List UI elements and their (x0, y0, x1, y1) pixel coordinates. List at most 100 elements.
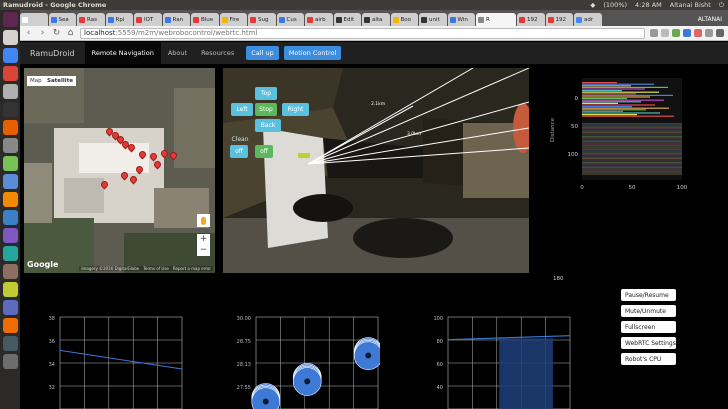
map-terms-link[interactable]: Terms of Use (143, 266, 169, 271)
browser-tab[interactable]: airb (305, 13, 333, 26)
browser-tab[interactable]: Fire (219, 13, 247, 26)
browser-tab[interactable]: 192 (545, 13, 573, 26)
extension3-icon[interactable] (694, 29, 702, 37)
user-name[interactable]: Altanai Bisht (670, 1, 711, 10)
battery-text[interactable]: (100%) (603, 1, 627, 10)
app7-icon[interactable] (2, 336, 18, 351)
android-icon[interactable] (2, 156, 18, 171)
menu-icon[interactable] (716, 29, 724, 37)
tab-label: adr (584, 16, 594, 23)
move-right-button[interactable]: Right (282, 103, 309, 116)
extension4-icon[interactable] (705, 29, 713, 37)
search-icon[interactable] (650, 29, 658, 37)
browser-tab[interactable]: Sug (248, 13, 276, 26)
tab-label: Sug (258, 16, 269, 23)
browser-tab[interactable] (20, 13, 48, 26)
clean-off-toggle[interactable]: off (230, 145, 248, 158)
forward-arrow-icon[interactable]: › (38, 28, 47, 38)
firefox-icon[interactable] (2, 120, 18, 135)
satellite-map[interactable]: Map Satellite + − Google Imagery ©2016 D… (24, 68, 215, 273)
browser-tab[interactable]: Cus (276, 13, 304, 26)
dash-icon[interactable] (2, 12, 18, 27)
vlc-icon[interactable] (2, 192, 18, 207)
second-off-toggle[interactable]: off (255, 145, 273, 158)
nav-resources[interactable]: Resources (194, 42, 241, 64)
move-left-button[interactable]: Left (231, 103, 253, 116)
browser-tab[interactable]: alta (362, 13, 390, 26)
extension-icon[interactable] (672, 29, 680, 37)
home-icon[interactable]: ⌂ (66, 28, 75, 38)
browser-tab[interactable]: Sea (48, 13, 76, 26)
trash-icon[interactable] (2, 354, 18, 369)
power-icon[interactable]: ⏻ (719, 1, 724, 10)
address-bar[interactable]: localhost:5559/m2m/webrobocontrol/webrtc… (80, 27, 645, 39)
zoom-in-button[interactable]: + (200, 234, 208, 245)
zoom-out-button[interactable]: − (200, 245, 208, 256)
app5-icon[interactable] (2, 300, 18, 315)
browser-tab[interactable]: Win (447, 13, 475, 26)
settings-icon[interactable] (2, 138, 18, 153)
reload-icon[interactable]: ↻ (52, 28, 61, 38)
robot-cpu-button[interactable]: Robot's CPU (621, 353, 676, 365)
browser-tab[interactable]: Ras (77, 13, 105, 26)
browser-tab[interactable]: 192 (517, 13, 545, 26)
back-arrow-icon[interactable]: ‹ (24, 28, 33, 38)
lidar-bar (582, 136, 682, 137)
app-icon[interactable] (2, 228, 18, 243)
move-top-button[interactable]: Top (255, 87, 277, 100)
lidar-bar (582, 85, 631, 87)
clock[interactable]: 4:28 AM (635, 1, 662, 10)
motion-control-button[interactable]: Motion Control (283, 46, 342, 60)
office-icon[interactable] (2, 210, 18, 225)
profile-name[interactable]: ALTANAI (692, 16, 728, 26)
stop-button[interactable]: Stop (255, 103, 277, 116)
gmail-icon[interactable] (2, 66, 18, 81)
lidar-bar (582, 171, 682, 172)
fullscreen-button[interactable]: Fullscreen (621, 321, 676, 333)
chrome-icon[interactable] (2, 48, 18, 63)
app3-icon[interactable] (2, 264, 18, 279)
tab-favicon-icon (576, 16, 582, 23)
street-view-pegman-icon[interactable] (197, 214, 210, 227)
webrtc-settings-button[interactable]: WebRTC Settings (621, 337, 676, 349)
browser-tab[interactable]: IOT (134, 13, 162, 26)
terminal-icon[interactable] (2, 102, 18, 117)
browser-tab[interactable]: unit (419, 13, 447, 26)
lidar-bar (582, 91, 659, 93)
map-type-map-button[interactable]: Map (27, 76, 45, 86)
browser-tab[interactable]: adr (574, 13, 602, 26)
star-icon[interactable] (661, 29, 669, 37)
app6-icon[interactable] (2, 318, 18, 333)
lidar-bar (582, 102, 618, 104)
call-up-button[interactable]: Call up (246, 46, 279, 60)
browser-tab[interactable]: R (476, 13, 516, 26)
brand-logo[interactable]: RamuDroid (20, 49, 85, 58)
lidar-bar (582, 114, 637, 116)
site-navbar: RamuDroid Remote Navigation About Resour… (20, 42, 728, 64)
browser-tab[interactable]: Edit (333, 13, 361, 26)
browser-tab[interactable]: Boo (390, 13, 418, 26)
mail-icon[interactable] (2, 84, 18, 99)
nav-about[interactable]: About (161, 42, 194, 64)
lidar-y-tick: 100 (568, 152, 579, 158)
tab-label: 192 (555, 16, 567, 23)
browser-tab[interactable]: Rpi (105, 13, 133, 26)
nav-remote-navigation[interactable]: Remote Navigation (84, 42, 161, 64)
pause-resume-button[interactable]: Pause/Resume (621, 289, 676, 301)
dropbox-icon[interactable]: ◆ (590, 1, 595, 10)
browser-tab[interactable]: Ran (162, 13, 190, 26)
map-report-link[interactable]: Report a map error (173, 266, 211, 271)
move-back-button[interactable]: Back (255, 119, 281, 132)
browser-tab[interactable]: Blue (191, 13, 219, 26)
extension2-icon[interactable] (683, 29, 691, 37)
app4-icon[interactable] (2, 282, 18, 297)
app2-icon[interactable] (2, 246, 18, 261)
editor-icon[interactable] (2, 174, 18, 189)
lidar-bar (582, 132, 682, 133)
chart-y-tick: 80 (437, 339, 443, 345)
lidar-bar (582, 99, 664, 101)
map-type-satellite-button[interactable]: Satellite (44, 76, 77, 86)
tab-label: Edit (343, 16, 355, 23)
files-icon[interactable] (2, 30, 18, 45)
mute-unmute-button[interactable]: Mute/Unmute (621, 305, 676, 317)
